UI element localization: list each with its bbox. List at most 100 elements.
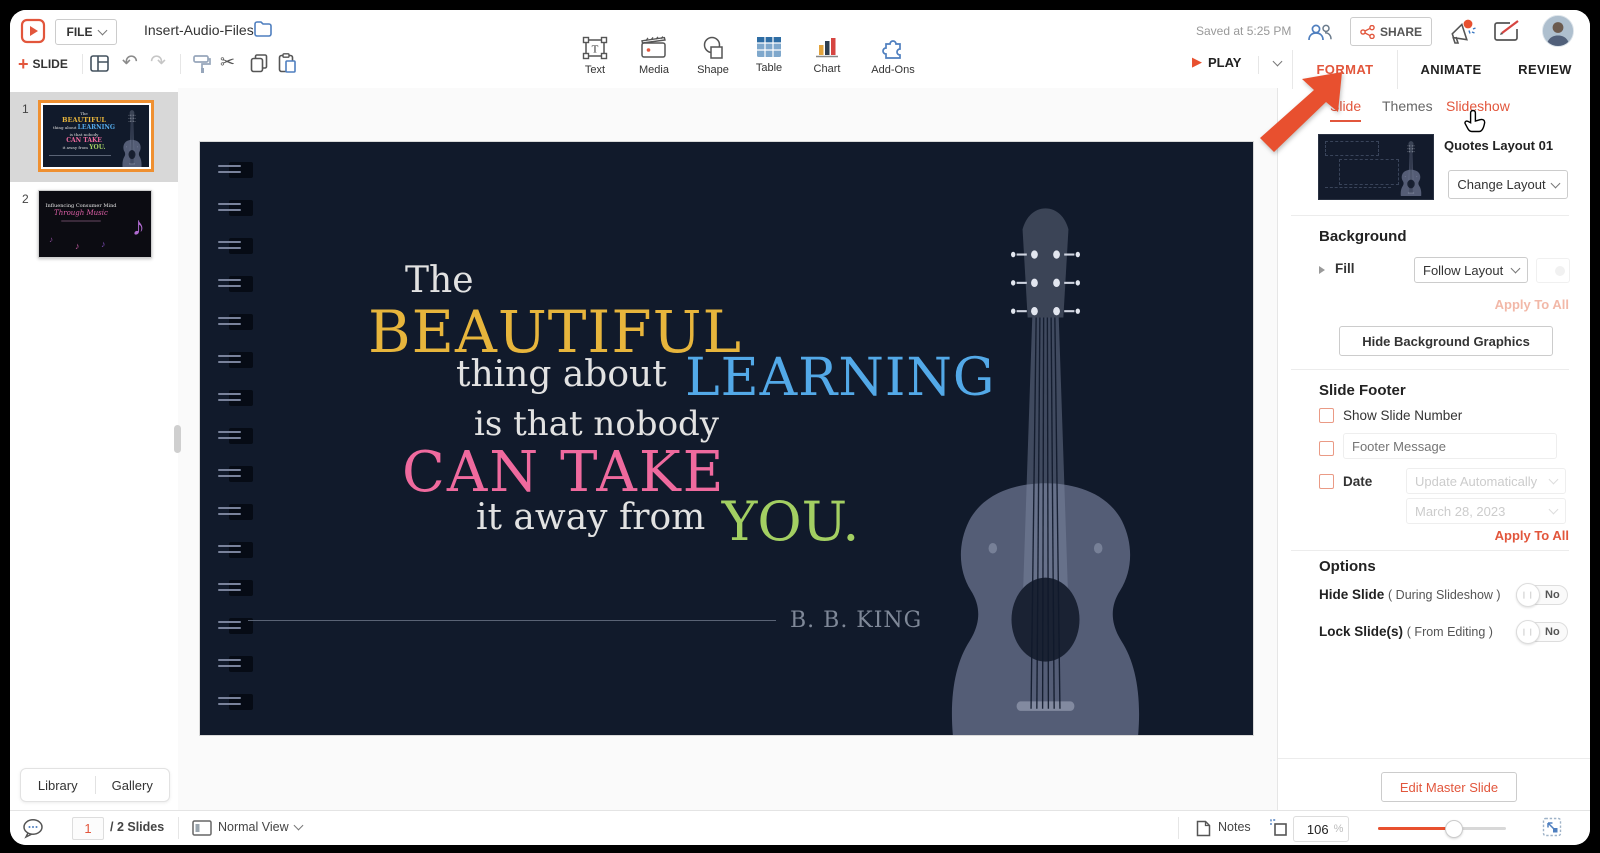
share-button[interactable]: SHARE xyxy=(1350,17,1432,46)
lock-slide-toggle[interactable]: ❘❘ No xyxy=(1516,622,1568,642)
play-label: PLAY xyxy=(1208,55,1241,70)
date-mode-select[interactable]: Update Automatically xyxy=(1406,468,1566,494)
quote-attribution[interactable]: B. B. KING xyxy=(790,608,922,633)
slide-editor[interactable]: The BEAUTIFUL thing about LEARNING is th… xyxy=(200,142,1253,735)
editor-canvas[interactable]: The BEAUTIFUL thing about LEARNING is th… xyxy=(178,88,1277,810)
thumb-word: BEAUTIFUL xyxy=(49,116,119,124)
quote-word-is-that-nobody[interactable]: is that nobody xyxy=(474,404,719,444)
date-value: March 28, 2023 xyxy=(1415,504,1505,519)
fill-mode-select[interactable]: Follow Layout xyxy=(1414,257,1528,283)
panel-resize-handle[interactable] xyxy=(174,425,181,453)
insert-tool-label: Media xyxy=(626,64,682,76)
footer-message-checkbox[interactable] xyxy=(1319,441,1334,456)
format-panel: Slide Themes Slideshow Quotes Layout 01 … xyxy=(1277,88,1590,810)
zoom-slider-knob[interactable] xyxy=(1445,820,1463,838)
svg-text:T: T xyxy=(592,44,599,56)
share-icon xyxy=(1360,25,1375,39)
date-value-select[interactable]: March 28, 2023 xyxy=(1406,498,1566,524)
copy-icon[interactable] xyxy=(250,54,268,73)
insert-chart-tool[interactable]: Chart xyxy=(799,36,855,75)
thumb-word: thing about xyxy=(53,125,76,130)
library-button[interactable]: Library xyxy=(21,778,95,793)
view-mode-select[interactable]: Normal View xyxy=(218,820,302,834)
show-slide-number-checkbox[interactable] xyxy=(1319,408,1334,423)
insert-tool-label: Add-Ons xyxy=(862,64,924,76)
paste-icon[interactable] xyxy=(278,53,297,74)
hide-background-graphics-button[interactable]: Hide Background Graphics xyxy=(1339,326,1553,356)
avatar-image xyxy=(1543,16,1573,46)
file-menu-button[interactable]: FILE xyxy=(55,19,117,45)
footer-apply-to-all[interactable]: Apply To All xyxy=(1495,528,1569,543)
zoom-level-input[interactable]: % xyxy=(1293,816,1349,842)
folder-icon[interactable] xyxy=(254,21,272,37)
play-icon: ▶ xyxy=(1192,54,1202,70)
zoom-slider-track[interactable] xyxy=(1378,827,1506,830)
notes-icon xyxy=(1196,820,1211,837)
tab-animate[interactable]: ANIMATE xyxy=(1405,50,1497,88)
comments-icon[interactable] xyxy=(22,818,46,839)
tab-review-label: REVIEW xyxy=(1518,62,1572,77)
play-options-chevron-icon[interactable] xyxy=(1273,57,1283,67)
zoho-show-logo[interactable] xyxy=(20,18,46,44)
hide-background-graphics-label: Hide Background Graphics xyxy=(1362,334,1530,349)
toggle-knob: ❘❘ xyxy=(1516,583,1540,607)
text-icon: T xyxy=(582,36,608,60)
media-icon xyxy=(640,36,668,60)
background-apply-to-all: Apply To All xyxy=(1495,297,1569,312)
selection-pane-icon[interactable] xyxy=(1268,817,1290,839)
zoom-value-field[interactable] xyxy=(1299,821,1331,838)
feedback-icon[interactable] xyxy=(1493,19,1521,44)
gallery-button[interactable]: Gallery xyxy=(96,778,170,793)
tab-animate-label: ANIMATE xyxy=(1420,62,1481,77)
divider xyxy=(178,817,179,839)
normal-view-icon xyxy=(192,820,212,836)
fit-to-screen-icon[interactable] xyxy=(1542,817,1562,837)
cut-icon[interactable]: ✂ xyxy=(220,52,235,73)
quote-word-the[interactable]: The xyxy=(405,260,474,301)
divider xyxy=(1291,215,1569,216)
date-label: Date xyxy=(1343,474,1372,489)
tab-review[interactable]: REVIEW xyxy=(1504,50,1586,88)
insert-table-tool[interactable]: Table xyxy=(741,36,797,74)
user-avatar[interactable] xyxy=(1542,15,1574,47)
zoom-slider-fill xyxy=(1378,827,1448,830)
header: FILE Insert-Audio-Files + SLIDE ↶ ↷ ✂ xyxy=(10,10,1590,89)
fill-color-swatch[interactable] xyxy=(1536,258,1570,283)
guitar-illustration[interactable] xyxy=(918,179,1173,735)
announcements-icon[interactable] xyxy=(1447,18,1477,46)
quote-word-thing-about[interactable]: thing about xyxy=(456,354,667,395)
hide-slide-toggle[interactable]: ❘❘ No xyxy=(1516,585,1568,605)
change-layout-button[interactable]: Change Layout xyxy=(1448,170,1568,199)
edit-master-slide-label: Edit Master Slide xyxy=(1400,780,1498,795)
background-heading: Background xyxy=(1319,228,1407,245)
slide-thumbnail-1[interactable]: The BEAUTIFUL thing about LEARNING is th… xyxy=(38,100,154,172)
insert-tool-label: Shape xyxy=(685,64,741,76)
document-title[interactable]: Insert-Audio-Files xyxy=(144,22,254,38)
quote-word-you[interactable]: YOU. xyxy=(722,490,860,553)
chevron-down-icon xyxy=(1550,178,1560,188)
slide-number: 1 xyxy=(22,102,29,116)
insert-text-tool[interactable]: T Text xyxy=(567,36,623,76)
format-painter-icon[interactable] xyxy=(192,54,212,74)
footer-message-input[interactable] xyxy=(1343,433,1557,459)
insert-media-tool[interactable]: Media xyxy=(626,36,682,76)
fill-label: Fill xyxy=(1335,261,1355,276)
current-slide-input[interactable]: 1 xyxy=(72,817,104,840)
undo-icon[interactable]: ↶ xyxy=(122,51,138,74)
expand-fill-caret-icon[interactable] xyxy=(1319,266,1325,274)
date-checkbox[interactable] xyxy=(1319,474,1334,489)
add-slide-button[interactable]: + SLIDE xyxy=(18,52,68,76)
subtab-themes[interactable]: Themes xyxy=(1382,98,1433,114)
slide-thumbnail-2[interactable]: Influencing Consumer Mind Through Music … xyxy=(38,190,152,258)
edit-master-slide-button[interactable]: Edit Master Slide xyxy=(1381,772,1517,802)
play-button[interactable]: ▶ PLAY xyxy=(1192,54,1241,70)
insert-shape-tool[interactable]: Shape xyxy=(685,36,741,76)
notes-button[interactable]: Notes xyxy=(1218,820,1251,834)
insert-addons-tool[interactable]: Add-Ons xyxy=(862,36,924,76)
quote-word-it-away-from[interactable]: it away from xyxy=(476,497,705,538)
redo-icon[interactable]: ↷ xyxy=(150,51,166,74)
chevron-down-icon xyxy=(97,26,107,36)
lock-slide-note: ( From Editing ) xyxy=(1407,625,1493,639)
collaborators-icon[interactable] xyxy=(1305,22,1335,42)
layout-icon[interactable] xyxy=(90,55,109,72)
